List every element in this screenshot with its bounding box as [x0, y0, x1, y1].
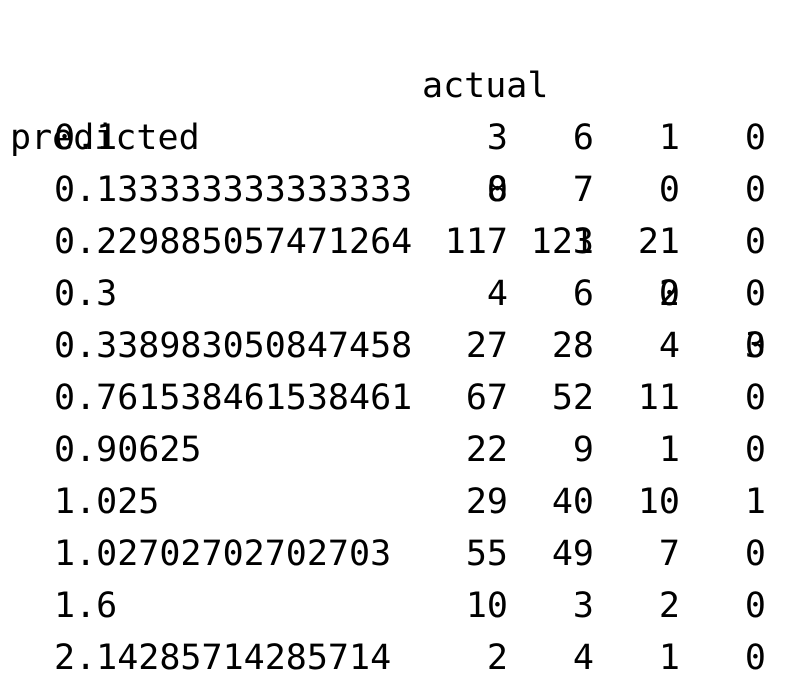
table-cell: 11: [637, 378, 680, 418]
table-row: 0.3 4 6 0 0: [10, 268, 790, 320]
row-label: 2.14285714285714: [54, 638, 392, 678]
table-cell: 0: [744, 638, 766, 678]
table-cell: 49: [551, 534, 594, 574]
table-row: 1.025 29 40 10 1: [10, 476, 790, 528]
row-label: 1.6: [54, 586, 118, 626]
table-cell: 6: [572, 274, 594, 314]
table-cell: 3: [572, 586, 594, 626]
row-label: 0.90625: [54, 430, 202, 470]
table-cell: 10: [465, 586, 508, 626]
table-body: 0.1 3 6 1 0 0.133333333333333 8 7 0 0 0.2298850574…: [10, 112, 790, 684]
table-cell: 2: [658, 586, 680, 626]
table-cell: 0: [658, 274, 680, 314]
table-cell: 7: [658, 534, 680, 574]
table-row: 0.90625 22 9 1 0: [10, 424, 790, 476]
table-cell: 40: [551, 482, 594, 522]
row-label: 1.025: [54, 482, 160, 522]
table-cell: 1: [658, 118, 680, 158]
table-cell: 29: [465, 482, 508, 522]
table-row: 0.761538461538461 67 52 11 0: [10, 372, 790, 424]
table-cell: 3: [486, 118, 508, 158]
table-cell: 55: [465, 534, 508, 574]
table-row: 1.02702702702703 55 49 7 0: [10, 528, 790, 580]
table-cell: 7: [572, 170, 594, 210]
table-cell: 123: [530, 222, 594, 262]
header-columns-line: predicted 0 1 2 3: [10, 60, 790, 366]
table-cell: 0: [744, 586, 766, 626]
table-cell: 52: [551, 378, 594, 418]
console-output: actual predicted 0 1 2 3 0.1 3 6 1 0 0.133333…: [10, 8, 790, 684]
table-cell: 1: [744, 482, 766, 522]
table-row: 0.1 3 6 1 0: [10, 112, 790, 164]
table-cell: 0: [744, 534, 766, 574]
table-row: 1.6 10 3 2 0: [10, 580, 790, 632]
table-cell: 0: [744, 118, 766, 158]
table-row: 0.229885057471264 117 123 21 0: [10, 216, 790, 268]
row-label: 1.02702702702703: [54, 534, 392, 574]
row-label: 0.3: [54, 274, 118, 314]
row-label: 0.338983050847458: [54, 326, 413, 366]
table-cell: 4: [572, 638, 594, 678]
table-cell: 1: [658, 430, 680, 470]
table-cell: 9: [572, 430, 594, 470]
table-cell: 0: [658, 170, 680, 210]
table-row: 0.338983050847458 27 28 4 0: [10, 320, 790, 372]
table-cell: 0: [744, 378, 766, 418]
table-cell: 0: [744, 222, 766, 262]
table-cell: 8: [486, 170, 508, 210]
row-label: 0.133333333333333: [54, 170, 413, 210]
row-label: 0.761538461538461: [54, 378, 413, 418]
table-row: 0.133333333333333 8 7 0 0: [10, 164, 790, 216]
table-cell: 27: [465, 326, 508, 366]
table-cell: 117: [444, 222, 508, 262]
table-cell: 22: [465, 430, 508, 470]
table-cell: 0: [744, 326, 766, 366]
header-actual-line: actual: [10, 8, 790, 106]
table-cell: 0: [744, 170, 766, 210]
table-cell: 1: [658, 638, 680, 678]
table-cell: 21: [637, 222, 680, 262]
table-cell: 4: [658, 326, 680, 366]
table-row: 2.14285714285714 2 4 1 0: [10, 632, 790, 684]
table-cell: 6: [572, 118, 594, 158]
table-cell: 10: [637, 482, 680, 522]
table-cell: 4: [486, 274, 508, 314]
table-cell: 28: [551, 326, 594, 366]
row-label: 0.1: [54, 118, 118, 158]
table-cell: 0: [744, 430, 766, 470]
table-cell: 67: [465, 378, 508, 418]
row-label: 0.229885057471264: [54, 222, 413, 262]
table-cell: 2: [486, 638, 508, 678]
table-cell: 0: [744, 274, 766, 314]
